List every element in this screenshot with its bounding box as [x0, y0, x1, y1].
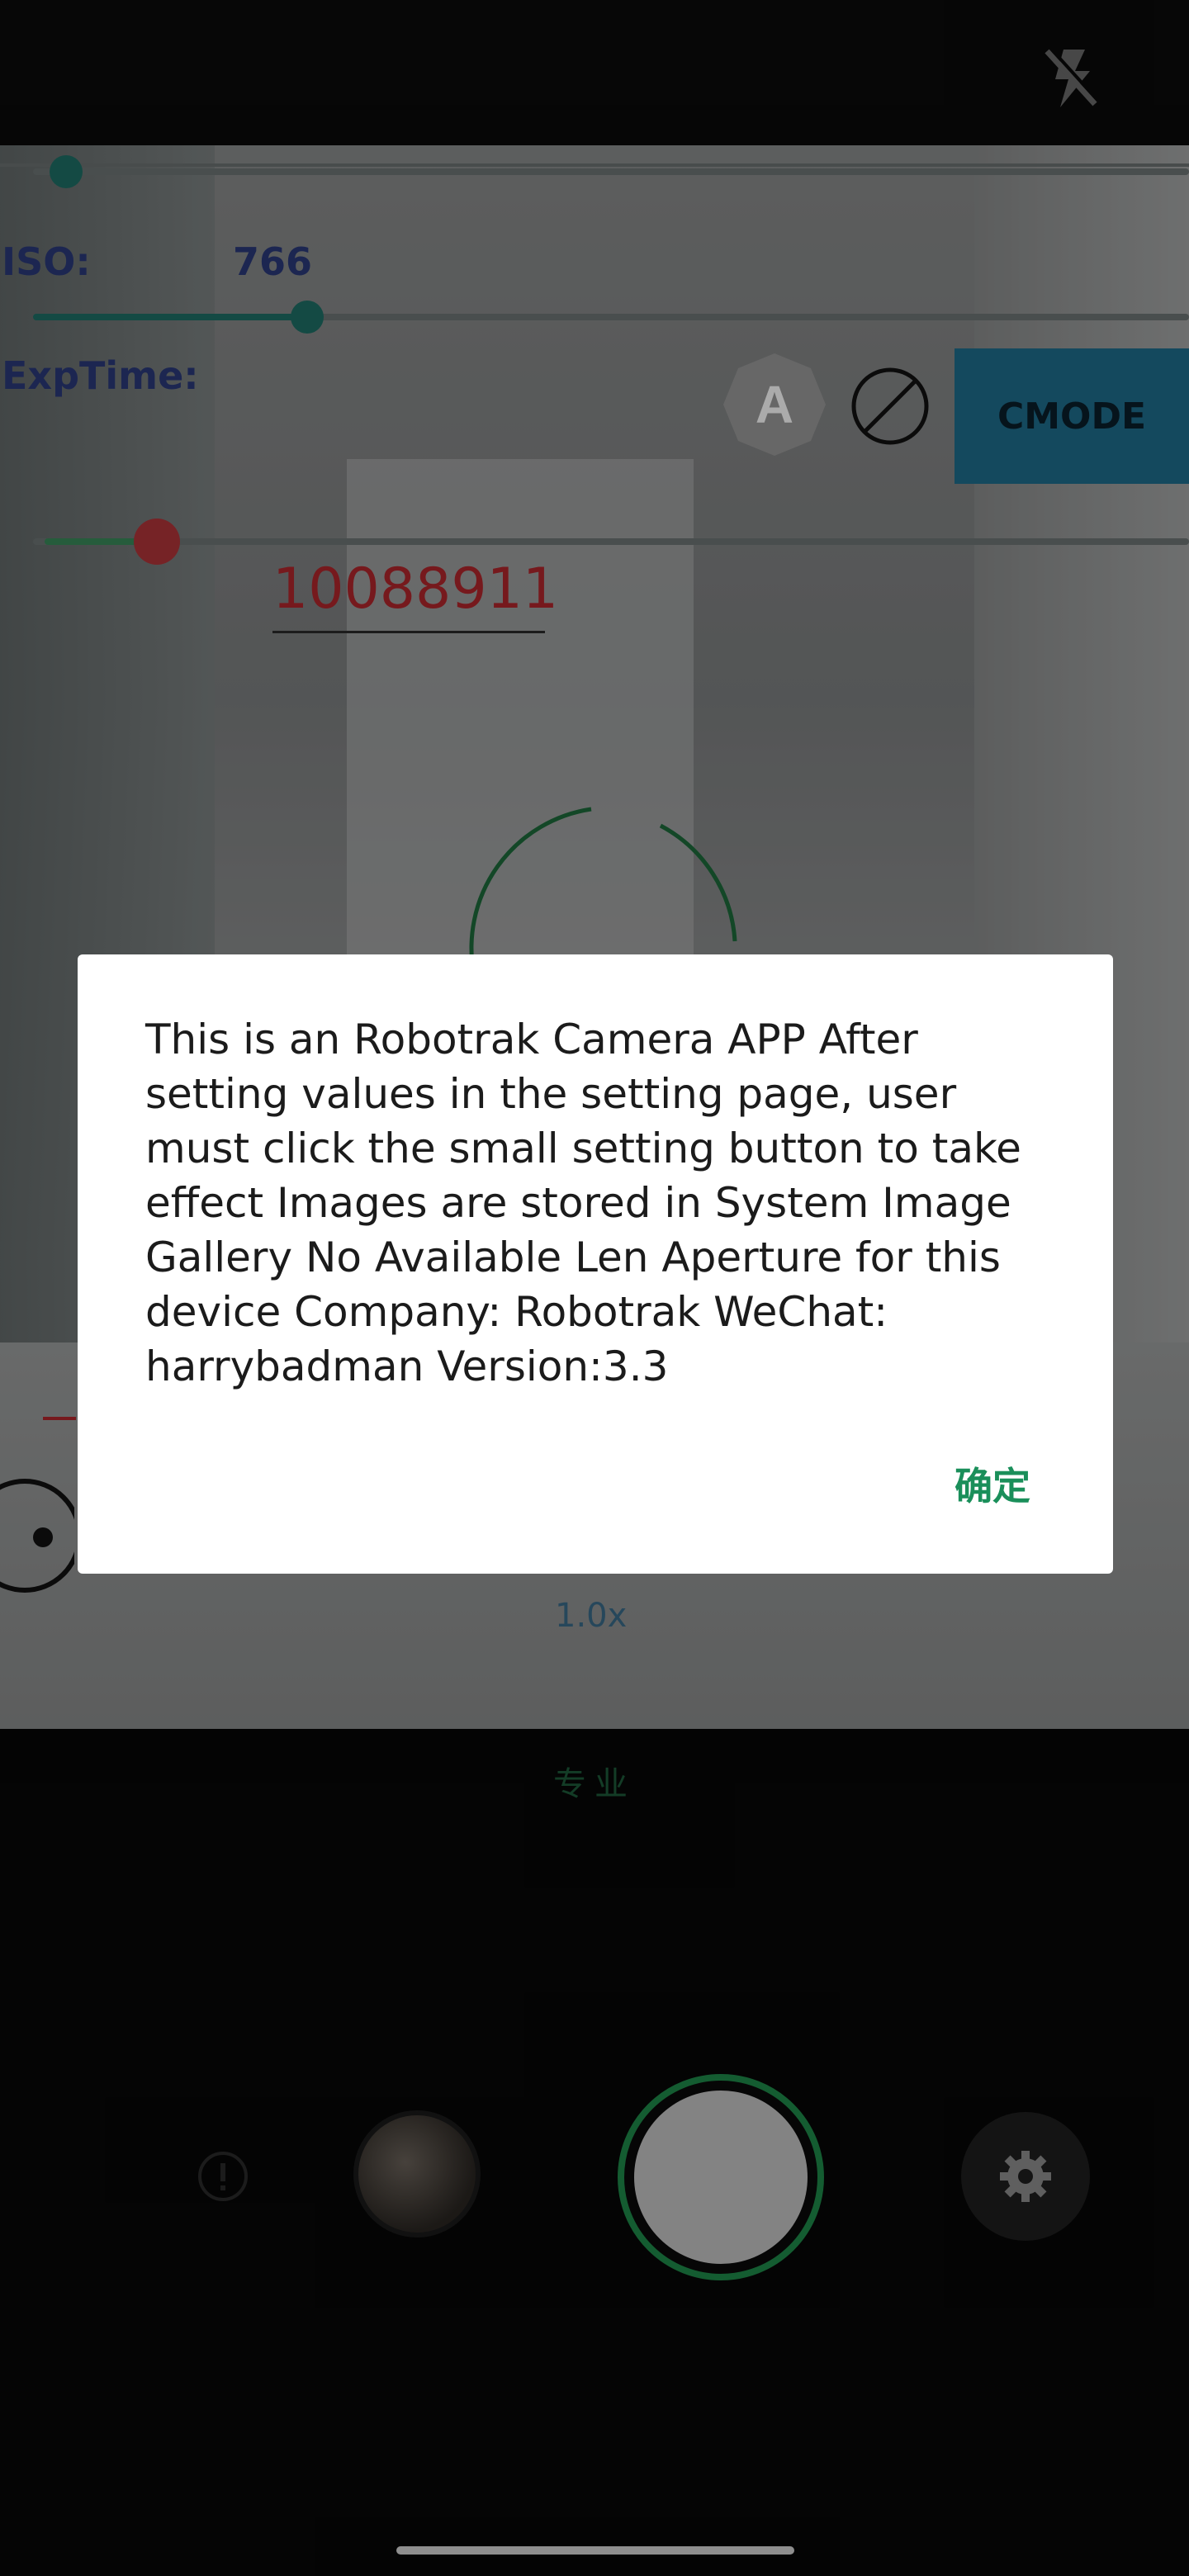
about-dialog: This is an Robotrak Camera APP After set…: [78, 954, 1113, 1574]
dialog-message: This is an Robotrak Camera APP After set…: [145, 1016, 1021, 1390]
confirm-button[interactable]: 确定: [955, 1456, 1030, 1511]
